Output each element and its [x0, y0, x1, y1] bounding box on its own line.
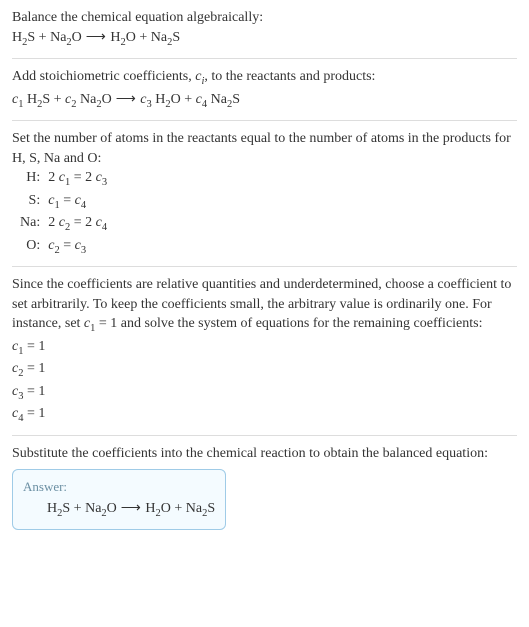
table-row: O: c2 = c3	[16, 236, 111, 258]
atom-label: S:	[16, 191, 44, 213]
atom-label: Na:	[16, 213, 44, 235]
atom-equation: 2 c1 = 2 c3	[44, 168, 111, 190]
coef-line: c4 = 1	[12, 404, 517, 426]
table-row: Na: 2 c2 = 2 c4	[16, 213, 111, 235]
table-row: H: 2 c1 = 2 c3	[16, 168, 111, 190]
coef-list: c1 = 1 c2 = 1 c3 = 1 c4 = 1	[12, 337, 517, 427]
reaction-unbalanced: H2S + Na2O ⟶ H2O + Na2S	[12, 28, 517, 50]
atom-label: O:	[16, 236, 44, 258]
divider	[12, 58, 517, 59]
coef-line: c2 = 1	[12, 359, 517, 381]
atom-label: H:	[16, 168, 44, 190]
table-row: S: c1 = c4	[16, 191, 111, 213]
answer-equation: H2S + Na2O ⟶ H2O + Na2S	[23, 499, 215, 521]
atoms-intro: Set the number of atoms in the reactants…	[12, 129, 517, 168]
intro-text: Balance the chemical equation algebraica…	[12, 8, 517, 28]
atom-equations-table: H: 2 c1 = 2 c3 S: c1 = c4 Na: 2 c2 = 2 c…	[16, 168, 111, 258]
divider	[12, 266, 517, 267]
atom-equation: c1 = c4	[44, 191, 111, 213]
coef-line: c3 = 1	[12, 382, 517, 404]
product-2: Na2S	[151, 30, 180, 45]
atom-equation: c2 = c3	[44, 236, 111, 258]
reactant-1: H2S	[12, 30, 35, 45]
reaction-with-coeffs: c1 H2S + c2 Na2O ⟶ c3 H2O + c4 Na2S	[12, 90, 517, 112]
stoich-intro: Add stoichiometric coefficients, ci, to …	[12, 67, 517, 89]
divider	[12, 435, 517, 436]
atoms-section: Set the number of atoms in the reactants…	[12, 129, 517, 258]
subst-text: Substitute the coefficients into the che…	[12, 444, 517, 464]
intro-section: Balance the chemical equation algebraica…	[12, 8, 517, 50]
product-1: H2O	[110, 30, 136, 45]
answer-label: Answer:	[23, 478, 215, 496]
divider	[12, 120, 517, 121]
reactant-2: Na2O	[50, 30, 82, 45]
coef-line: c1 = 1	[12, 337, 517, 359]
solve-intro: Since the coefficients are relative quan…	[12, 275, 517, 337]
stoich-section: Add stoichiometric coefficients, ci, to …	[12, 67, 517, 112]
solve-section: Since the coefficients are relative quan…	[12, 275, 517, 427]
subst-section: Substitute the coefficients into the che…	[12, 444, 517, 464]
answer-box: Answer: H2S + Na2O ⟶ H2O + Na2S	[12, 469, 226, 530]
atom-equation: 2 c2 = 2 c4	[44, 213, 111, 235]
